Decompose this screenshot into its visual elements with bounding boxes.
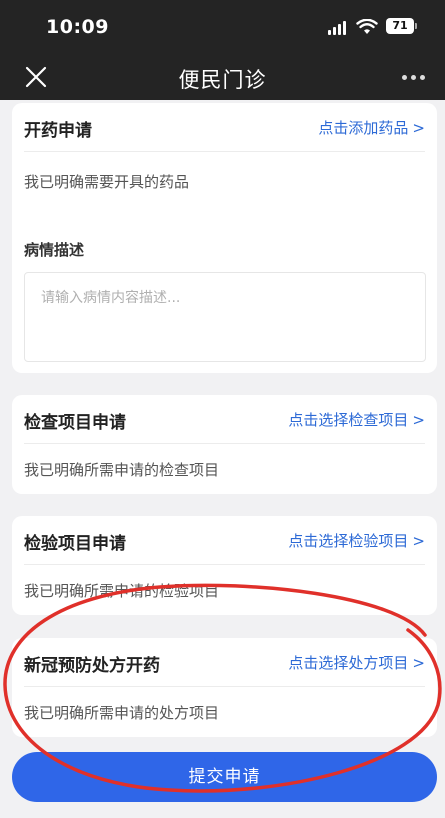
cellular-signal-icon <box>328 21 346 35</box>
chevron-right-icon: > <box>412 119 425 137</box>
page-title: 便民门诊 <box>178 68 267 92</box>
select-prescription-label: 点击选择处方项目 <box>288 654 409 672</box>
medicine-card-header: 开药申请 点击添加药品 > <box>24 103 425 152</box>
exam-card-header: 检查项目申请 点击选择检查项目 > <box>24 395 425 444</box>
exam-card-desc: 我已明确所需申请的检查项目 <box>24 461 220 479</box>
battery-icon: 71 <box>386 18 414 34</box>
exam-card-title: 检查项目申请 <box>24 413 126 433</box>
condition-textarea[interactable] <box>25 273 425 361</box>
condition-label: 病情描述 <box>24 241 85 259</box>
status-time: 10:09 <box>46 16 109 38</box>
covid-card-desc: 我已明确所需申请的处方项目 <box>24 704 220 722</box>
more-icon[interactable] <box>402 75 425 80</box>
covid-prescription-card: 新冠预防处方开药 点击选择处方项目 > 我已明确所需申请的处方项目 <box>12 638 437 737</box>
chevron-right-icon: > <box>412 411 425 429</box>
lab-request-card: 检验项目申请 点击选择检验项目 > 我已明确所需申请的检验项目 <box>12 516 437 615</box>
submit-button[interactable]: 提交申请 <box>12 752 437 802</box>
add-medicine-link[interactable]: 点击添加药品 > <box>318 117 425 138</box>
medicine-request-card: 开药申请 点击添加药品 > 我已明确需要开具的药品 病情描述 <box>12 103 437 373</box>
nav-bar: 便民门诊 <box>0 54 445 100</box>
add-medicine-label: 点击添加药品 <box>318 119 409 137</box>
select-lab-label: 点击选择检验项目 <box>288 532 409 550</box>
covid-card-header: 新冠预防处方开药 点击选择处方项目 > <box>24 638 425 687</box>
lab-card-header: 检验项目申请 点击选择检验项目 > <box>24 516 425 565</box>
battery-tip <box>415 23 417 29</box>
medicine-card-desc: 我已明确需要开具的药品 <box>24 173 190 191</box>
chevron-right-icon: > <box>412 532 425 550</box>
select-prescription-link[interactable]: 点击选择处方项目 > <box>288 652 425 673</box>
wifi-icon <box>356 19 378 34</box>
chevron-right-icon: > <box>412 654 425 672</box>
condition-textarea-box <box>24 272 426 362</box>
select-exam-label: 点击选择检查项目 <box>288 411 409 429</box>
select-exam-link[interactable]: 点击选择检查项目 > <box>288 409 425 430</box>
status-bar: 10:09 71 <box>0 0 445 54</box>
medicine-card-title: 开药申请 <box>24 121 92 141</box>
select-lab-link[interactable]: 点击选择检验项目 > <box>288 530 425 551</box>
exam-request-card: 检查项目申请 点击选择检查项目 > 我已明确所需申请的检查项目 <box>12 395 437 494</box>
covid-card-title: 新冠预防处方开药 <box>24 656 160 676</box>
lab-card-desc: 我已明确所需申请的检验项目 <box>24 582 220 600</box>
lab-card-title: 检验项目申请 <box>24 534 126 554</box>
